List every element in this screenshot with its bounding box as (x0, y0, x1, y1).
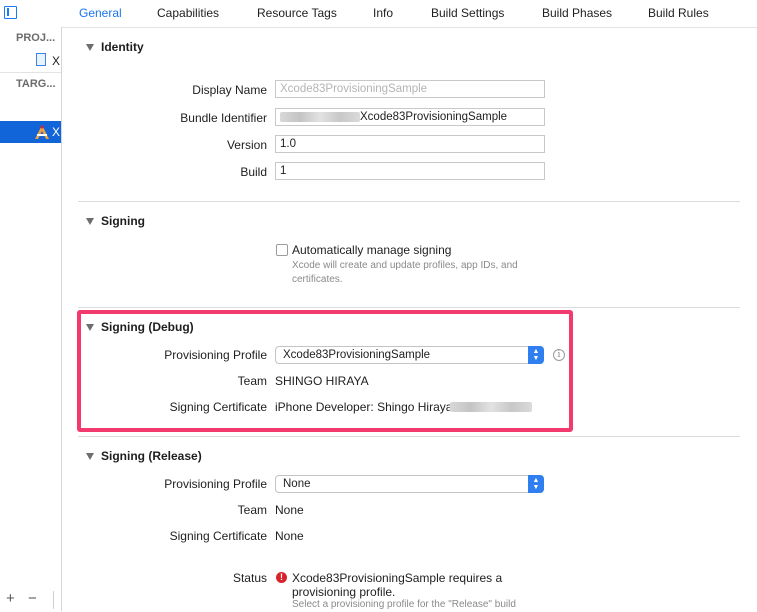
release-profile-popup[interactable]: None ▲ ▼ (275, 475, 544, 493)
bottom-bar-divider (53, 591, 54, 609)
signing-release-disclosure-icon[interactable] (86, 453, 94, 460)
release-profile-value: None (283, 478, 311, 490)
signing-section-title: Signing (101, 214, 145, 228)
tab-general[interactable]: General (79, 6, 122, 20)
display-name-field[interactable]: Xcode83ProvisioningSample (275, 80, 545, 98)
release-status-label: Status (232, 571, 267, 585)
status-note: Select a provisioning profile for the "R… (292, 599, 516, 610)
version-field[interactable]: 1.0 (275, 135, 545, 153)
tab-resource-tags[interactable]: Resource Tags (257, 6, 337, 20)
app-target-icon (35, 125, 49, 139)
tab-info[interactable]: Info (373, 6, 393, 20)
targets-header: TARG... (16, 78, 56, 90)
bundle-identifier-value: Xcode83ProvisioningSample (360, 111, 508, 123)
target-item[interactable]: X (0, 121, 61, 143)
project-target-sidebar: PROJ... X TARG... X (0, 27, 62, 611)
status-message-line-1: Xcode83ProvisioningSample requires a (292, 571, 503, 585)
identity-section-title: Identity (101, 40, 144, 54)
sidebar-toggle-icon[interactable] (4, 6, 17, 19)
bundle-identifier-field[interactable]: Xcode83ProvisioningSample (275, 108, 545, 126)
release-team-value: None (275, 503, 304, 517)
release-team-label: Team (237, 503, 267, 517)
highlight-annotation-box (77, 310, 573, 432)
bundle-identifier-label: Bundle Identifier (180, 111, 267, 125)
auto-signing-note-line-2: certificates. (292, 274, 343, 285)
tab-build-rules[interactable]: Build Rules (648, 6, 709, 20)
sidebar-divider (0, 72, 61, 73)
section-divider (78, 436, 740, 437)
project-file-icon (36, 53, 46, 66)
signing-release-section-title: Signing (Release) (101, 449, 202, 463)
add-target-button[interactable]: + (6, 590, 15, 607)
display-name-label: Display Name (192, 83, 267, 97)
release-cert-label: Signing Certificate (169, 529, 267, 543)
section-divider (78, 307, 740, 308)
status-message-line-2: provisioning profile. (292, 585, 396, 599)
tab-build-phases[interactable]: Build Phases (542, 6, 612, 20)
build-field[interactable]: 1 (275, 162, 545, 180)
identity-disclosure-icon[interactable] (86, 44, 94, 51)
popup-arrows-icon: ▲ ▼ (528, 475, 544, 493)
build-label: Build (240, 165, 267, 179)
redacted-prefix (280, 111, 360, 122)
target-item-label: X (52, 125, 61, 139)
version-label: Version (226, 138, 267, 152)
project-item[interactable]: X (52, 54, 60, 68)
signing-disclosure-icon[interactable] (86, 218, 94, 225)
remove-target-button[interactable]: − (28, 590, 37, 607)
auto-signing-label[interactable]: Automatically manage signing (292, 243, 451, 257)
section-divider (78, 201, 740, 202)
editor-tab-bar: General Capabilities Resource Tags Info … (0, 0, 757, 28)
release-profile-label: Provisioning Profile (164, 477, 267, 491)
auto-signing-note-line-1: Xcode will create and update profiles, a… (292, 260, 518, 271)
tab-capabilities[interactable]: Capabilities (157, 6, 219, 20)
auto-signing-checkbox[interactable] (276, 244, 288, 256)
sidebar-bottom-bar: + − (0, 589, 61, 611)
projects-header: PROJ... (16, 32, 56, 44)
tab-build-settings[interactable]: Build Settings (431, 6, 504, 20)
error-icon: ! (276, 572, 287, 583)
release-cert-value: None (275, 529, 304, 543)
